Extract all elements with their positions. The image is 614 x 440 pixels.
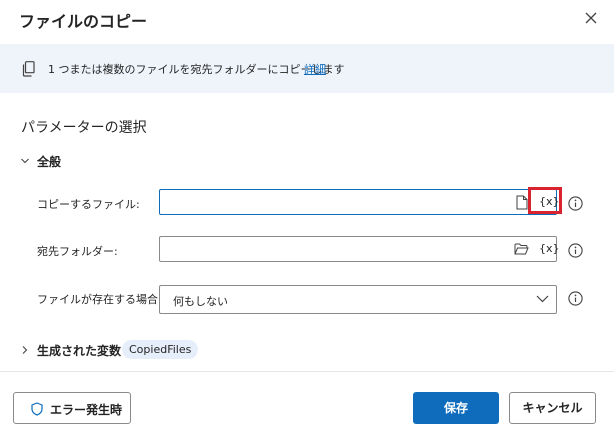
cancel-button[interactable]: キャンセル	[509, 392, 596, 424]
if-file-exists-select[interactable]: 何もしない	[159, 285, 557, 314]
shield-icon	[31, 402, 43, 416]
on-error-button[interactable]: エラー発生時	[13, 392, 131, 424]
folder-icon[interactable]	[514, 243, 529, 255]
info-circle-icon[interactable]	[568, 291, 583, 306]
destination-folder-label: 宛先フォルダー:	[37, 245, 118, 258]
chevron-right-icon	[22, 346, 28, 354]
chevron-down-icon	[536, 295, 549, 303]
insert-variable-button[interactable]: {x}	[539, 242, 560, 255]
dialog-title: ファイルのコピー	[19, 12, 148, 31]
general-group-label: 全般	[37, 155, 62, 169]
copy-icon	[22, 61, 35, 77]
save-button[interactable]: 保存	[413, 392, 499, 424]
info-bar: 1 つまたは複数のファイルを宛先フォルダーにコピーします 詳細	[0, 44, 614, 93]
copy-files-dialog: ファイルのコピー 1 つまたは複数のファイルを宛先フォルダーにコピーします 詳細…	[0, 0, 614, 440]
chevron-down-icon	[21, 158, 29, 164]
info-circle-icon[interactable]	[568, 196, 583, 211]
produced-variables-label: 生成された変数	[37, 344, 122, 358]
details-link[interactable]: 詳細	[304, 61, 326, 77]
file-icon[interactable]	[516, 195, 528, 210]
if-file-exists-value: 何もしない	[173, 295, 228, 308]
highlight-box	[528, 187, 562, 214]
dialog-footer: エラー発生時 保存 キャンセル	[0, 372, 614, 440]
destination-folder-input[interactable]: {x}	[159, 236, 560, 262]
info-description: 1 つまたは複数のファイルを宛先フォルダーにコピーします	[48, 63, 345, 76]
if-file-exists-label: ファイルが存在する場合:	[37, 293, 162, 306]
files-to-copy-input[interactable]: {x}	[159, 189, 560, 215]
close-icon[interactable]	[582, 9, 600, 27]
files-to-copy-label: コピーするファイル:	[37, 198, 140, 211]
section-title: パラメーターの選択	[21, 120, 147, 136]
variable-chip[interactable]: CopiedFiles	[122, 340, 199, 359]
on-error-label: エラー発生時	[50, 403, 123, 417]
info-circle-icon[interactable]	[568, 243, 583, 258]
